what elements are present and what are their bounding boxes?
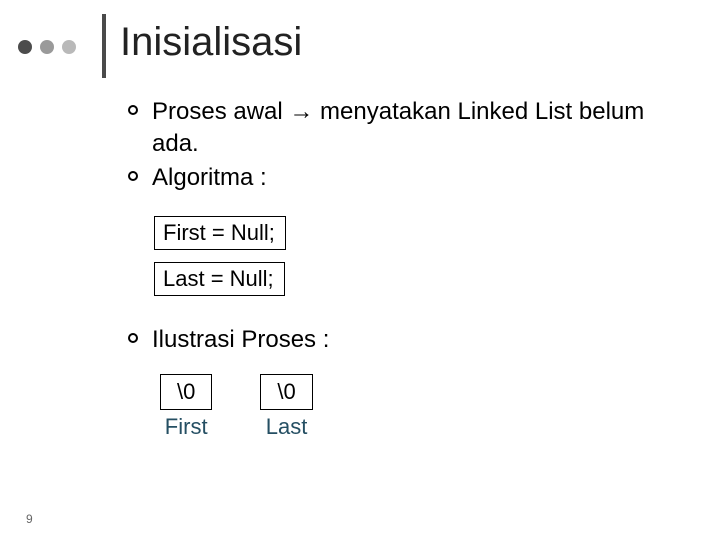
slide-content: Proses awal → menyatakan Linked List bel… bbox=[128, 96, 680, 440]
bullet-item: Algoritma : bbox=[128, 162, 680, 194]
code-block: First = Null; Last = Null; bbox=[154, 216, 680, 308]
illustration-label: First bbox=[165, 414, 208, 440]
illustration-last: \0 Last bbox=[260, 374, 312, 440]
illustration-row: \0 First \0 Last bbox=[160, 374, 680, 440]
bullet-item: Proses awal → menyatakan Linked List bel… bbox=[128, 96, 680, 160]
null-box: \0 bbox=[260, 374, 312, 410]
null-box: \0 bbox=[160, 374, 212, 410]
vertical-divider bbox=[102, 14, 106, 78]
bullet-item: Ilustrasi Proses : bbox=[128, 324, 680, 356]
dot-icon bbox=[62, 40, 76, 54]
bullet-icon bbox=[128, 333, 138, 343]
slide-title: Inisialisasi bbox=[120, 20, 302, 65]
dot-icon bbox=[18, 40, 32, 54]
bullet-icon bbox=[128, 105, 138, 115]
illustration-first: \0 First bbox=[160, 374, 212, 440]
decorative-dots bbox=[18, 40, 76, 54]
page-number: 9 bbox=[26, 512, 33, 526]
dot-icon bbox=[40, 40, 54, 54]
code-line: First = Null; bbox=[154, 216, 286, 250]
bullet-text: Proses awal → menyatakan Linked List bel… bbox=[152, 96, 680, 160]
code-line: Last = Null; bbox=[154, 262, 285, 296]
bullet-icon bbox=[128, 171, 138, 181]
bullet-text: Algoritma : bbox=[152, 162, 267, 194]
slide: Inisialisasi Proses awal → menyatakan Li… bbox=[0, 0, 720, 540]
illustration-label: Last bbox=[266, 414, 308, 440]
bullet-text: Ilustrasi Proses : bbox=[152, 324, 329, 356]
